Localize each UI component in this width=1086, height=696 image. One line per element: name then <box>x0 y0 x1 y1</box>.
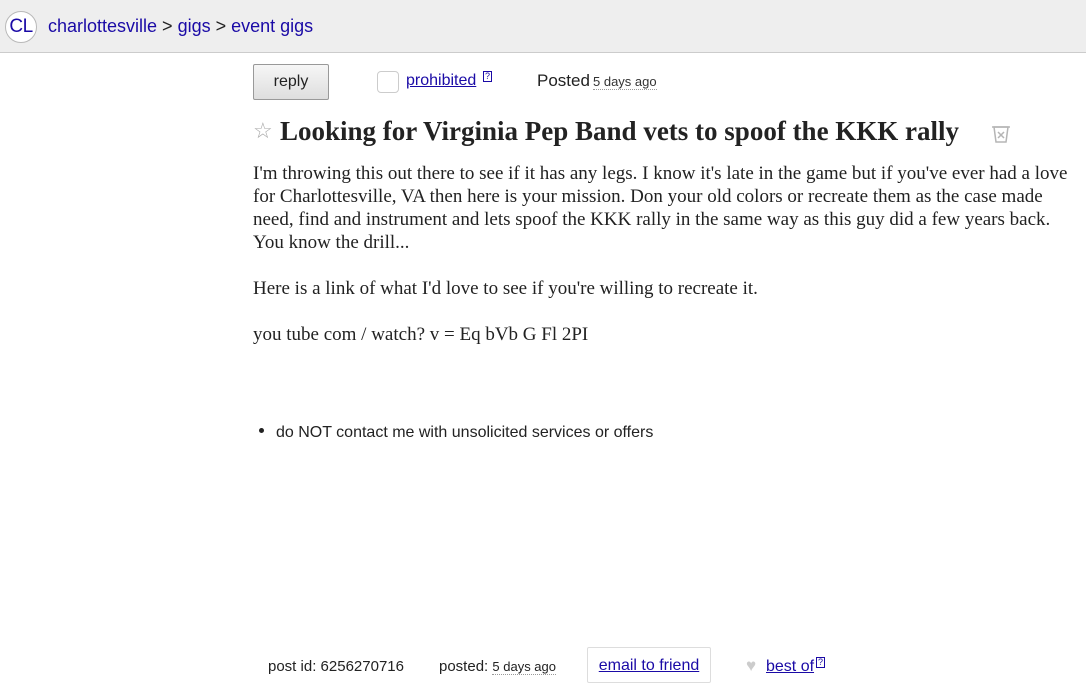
prohibited-help-link[interactable]: ? <box>483 71 493 82</box>
breadcrumb-gigs[interactable]: gigs <box>178 16 211 36</box>
posted-time: 5 days ago <box>593 74 657 90</box>
posting-body: I'm throwing this out there to see if it… <box>253 162 1078 346</box>
hide-posting-icon[interactable] <box>991 124 1011 144</box>
heart-icon[interactable]: ♥ <box>746 656 756 676</box>
notice-list-item: do NOT contact me with unsolicited servi… <box>259 424 653 442</box>
craigslist-logo[interactable]: CL <box>5 11 37 43</box>
footer-posted-time: 5 days ago <box>492 659 556 675</box>
post-id-label: post id: <box>268 658 317 675</box>
body-paragraph: I'm throwing this out there to see if it… <box>253 163 1068 253</box>
body-paragraph: Here is a link of what I'd love to see i… <box>253 278 758 299</box>
breadcrumb-charlottesville[interactable]: charlottesville <box>48 16 157 36</box>
posting-title: Looking for Virginia Pep Band vets to sp… <box>280 116 960 146</box>
breadcrumb: charlottesville > gigs > event gigs <box>48 16 313 37</box>
breadcrumb-separator: > <box>215 16 227 36</box>
reply-button[interactable]: reply <box>253 64 329 100</box>
bullet <box>259 428 264 434</box>
posted-label: Posted <box>537 71 590 90</box>
breadcrumb-separator: > <box>162 16 173 36</box>
footer-posted: posted: 5 days ago <box>439 658 556 675</box>
flag-prohibited-checkbox[interactable] <box>377 71 399 93</box>
best-of-help-link[interactable]: ? <box>816 657 826 668</box>
footer-posted-label: posted: <box>439 658 489 675</box>
notice-text: do NOT contact me with unsolicited servi… <box>276 424 654 441</box>
post-id: post id: 6256270716 <box>268 658 404 675</box>
star-icon[interactable]: ☆ <box>253 118 273 144</box>
body-paragraph: you tube com / watch? v = Eq bVb G Fl 2P… <box>253 324 589 345</box>
post-id-value: 6256270716 <box>320 658 404 675</box>
breadcrumb-event-gigs[interactable]: event gigs <box>231 16 313 36</box>
best-of-link[interactable]: best of <box>766 658 814 676</box>
top-bar: CL charlottesville > gigs > event gigs <box>0 0 1086 53</box>
email-to-friend-button[interactable]: email to friend <box>587 647 711 683</box>
prohibited-link[interactable]: prohibited <box>406 72 476 90</box>
